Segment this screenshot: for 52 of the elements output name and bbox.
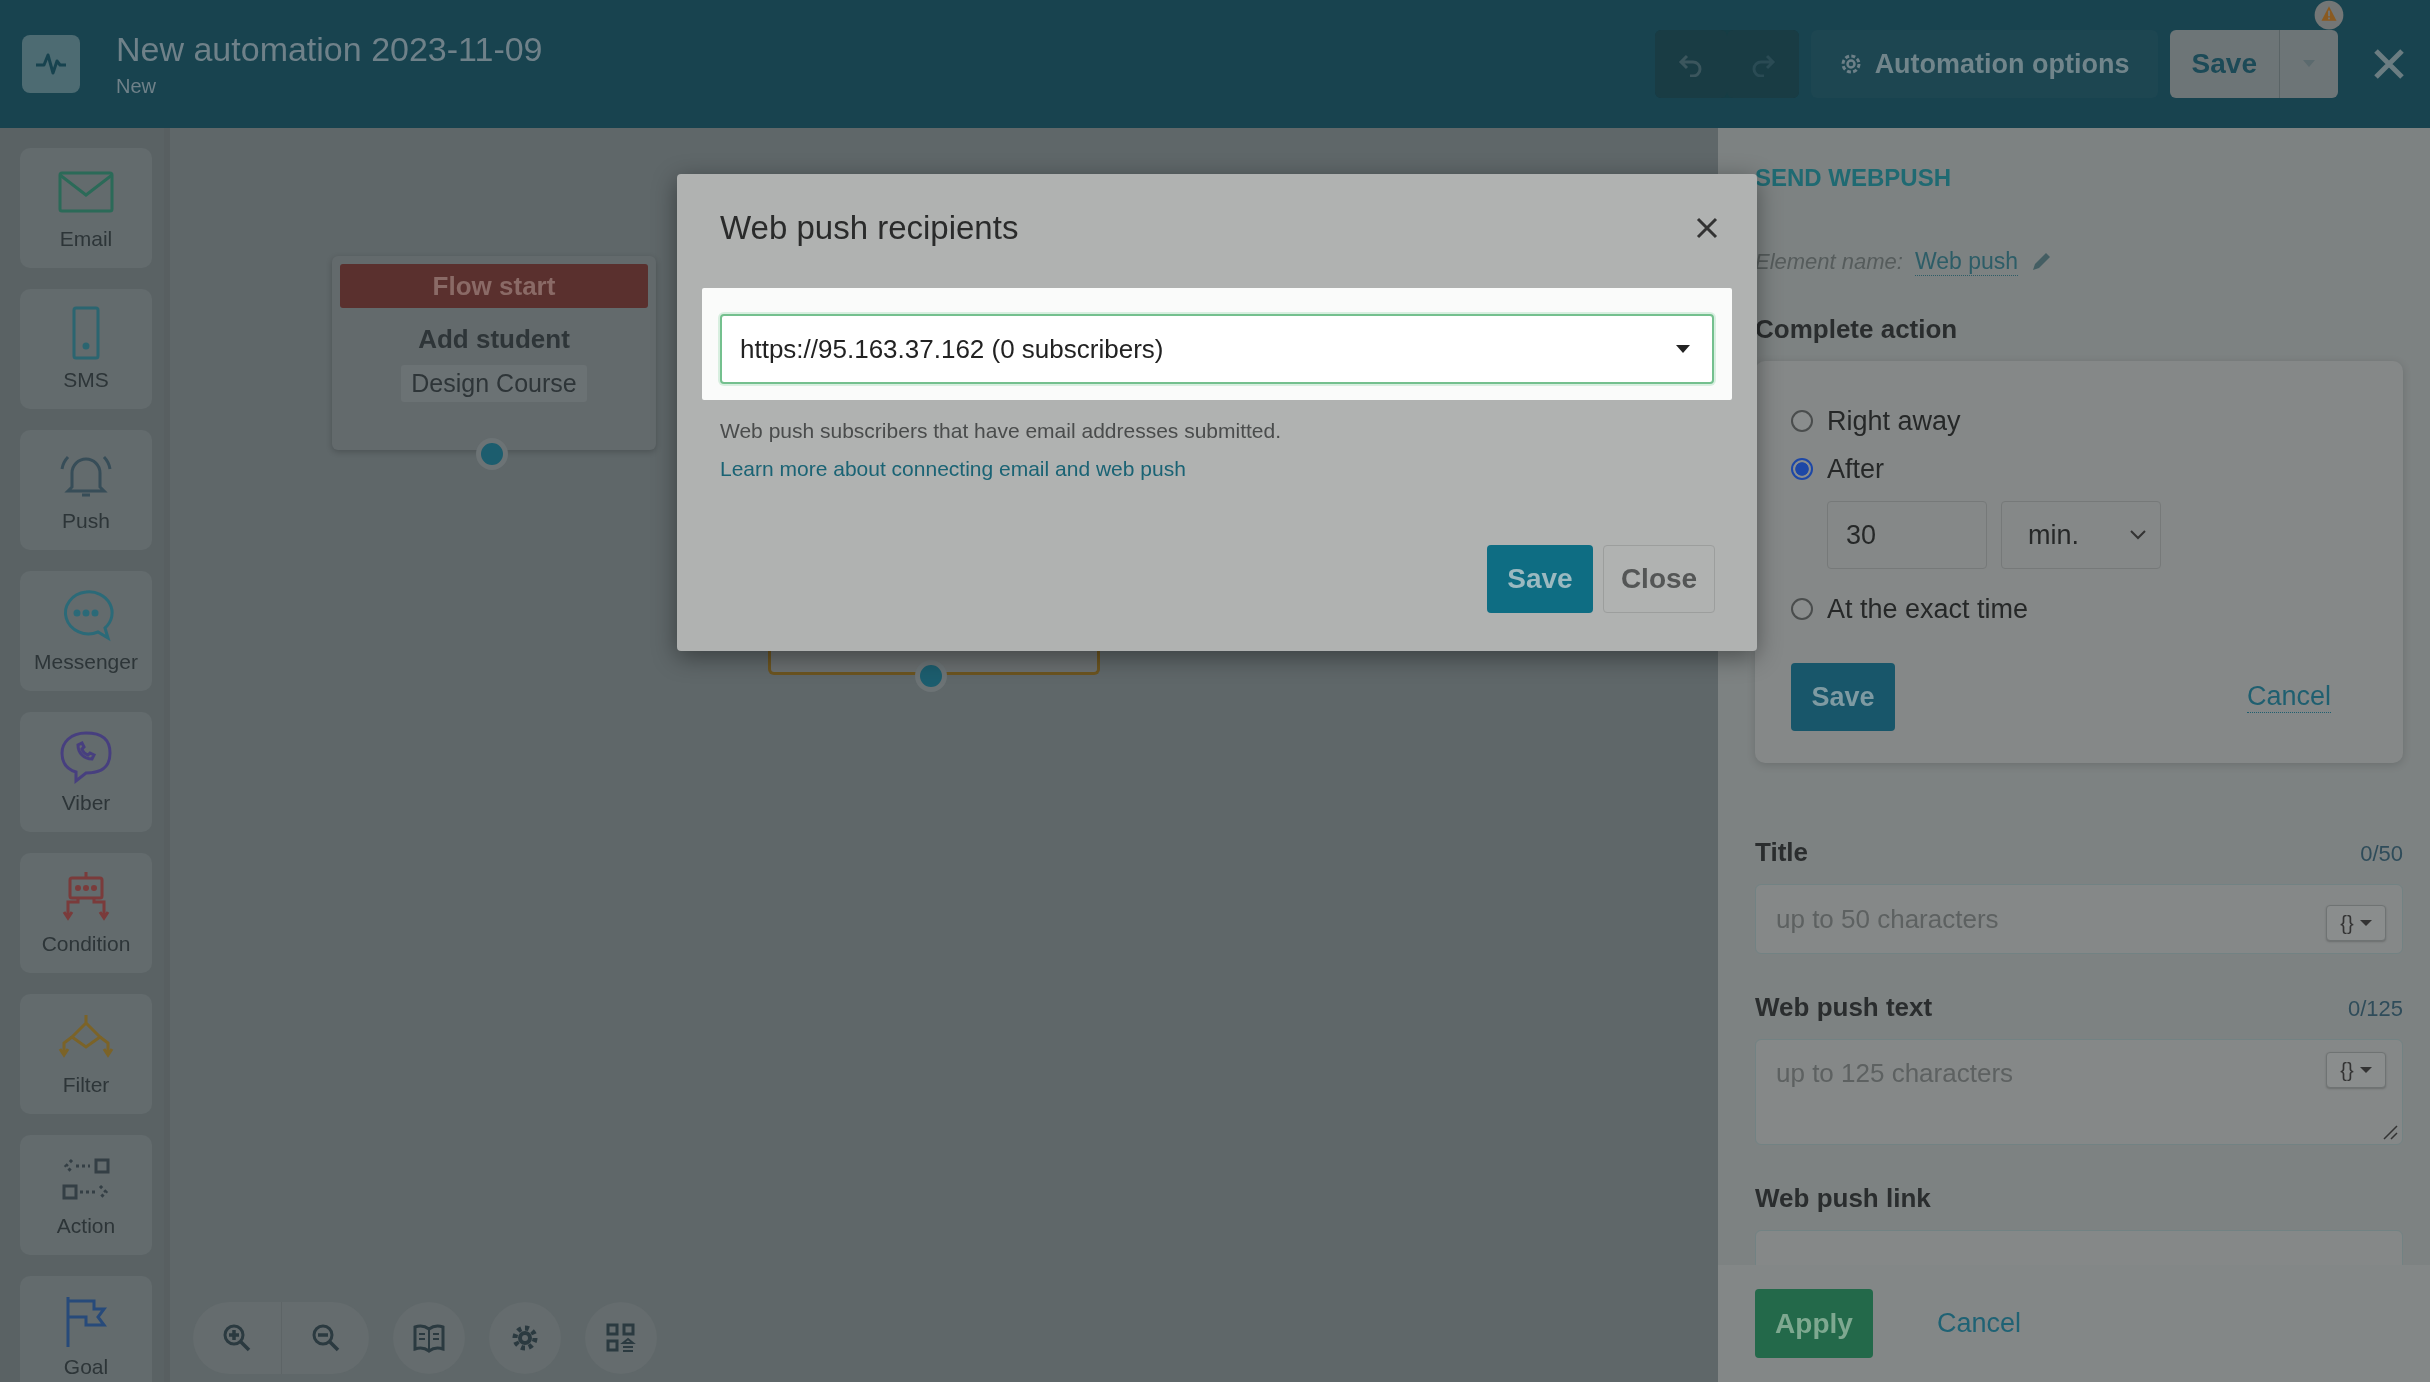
zoom-in-icon bbox=[222, 1323, 252, 1353]
close-button[interactable]: Close bbox=[1603, 545, 1715, 613]
chevron-icon bbox=[2130, 530, 2146, 540]
zoom-out-icon bbox=[310, 1323, 341, 1353]
help-link[interactable]: Learn more about connecting email and web push bbox=[720, 457, 1186, 480]
radio-label[interactable]: Right away bbox=[1827, 405, 1961, 437]
recipients-dropdown[interactable]: https://95.163.37.162 (0 subscribers) bbox=[720, 314, 1714, 384]
character-counter: 0/125 bbox=[2347, 996, 2403, 1022]
caret-icon bbox=[1676, 345, 1690, 353]
automation-title: New automation 2023-11-09 bbox=[116, 30, 543, 69]
character-counter: 0/50 bbox=[2360, 841, 2403, 867]
complete-action-label: Complete action bbox=[1755, 314, 1959, 345]
automation-status: New bbox=[116, 75, 157, 98]
panel-heading: SEND WEBPUSH bbox=[1755, 164, 1953, 192]
node-header: Flow start bbox=[340, 264, 648, 308]
apply-button[interactable]: Apply bbox=[1755, 1289, 1873, 1358]
connector-dot[interactable] bbox=[476, 438, 508, 470]
field-label: Web push text bbox=[1755, 992, 1933, 1023]
radio-button[interactable] bbox=[1791, 598, 1813, 620]
help-text: Web push subscribers that have email addresses submitted. Learn more about connecting email and web push bbox=[720, 418, 1283, 482]
field-label: Title bbox=[1755, 837, 1808, 868]
save-button[interactable]: Save bbox=[2169, 30, 2280, 98]
variables-dropdown-button[interactable]: {} bbox=[2326, 905, 2386, 941]
save-button[interactable]: Save bbox=[1487, 545, 1593, 613]
pencil-icon[interactable] bbox=[2030, 251, 2053, 273]
undo-button[interactable] bbox=[1654, 30, 1727, 98]
radio-label[interactable]: At the exact time bbox=[1827, 593, 2029, 625]
cancel-link[interactable]: Cancel bbox=[1937, 1308, 2022, 1339]
close-icon bbox=[2372, 47, 2406, 81]
settings-icon bbox=[510, 1323, 540, 1353]
cancel-link[interactable]: Cancel bbox=[2246, 681, 2331, 713]
radio-label[interactable]: After bbox=[1827, 453, 1885, 485]
layout-icon bbox=[606, 1323, 636, 1353]
warning-badge[interactable] bbox=[2314, 0, 2344, 30]
delay-input[interactable]: 30 bbox=[1827, 501, 1987, 569]
book-icon bbox=[413, 1323, 445, 1353]
node-tag: Design Course bbox=[401, 365, 587, 402]
element-name-link[interactable]: Web push bbox=[1914, 248, 2019, 276]
field-label: Web push link bbox=[1755, 1183, 1931, 1214]
resize-handle-icon[interactable] bbox=[2382, 1124, 2398, 1140]
automation-options-button[interactable]: Automation options bbox=[1810, 30, 2158, 98]
save-button[interactable]: Save bbox=[1791, 663, 1895, 731]
caret-icon bbox=[2359, 919, 2372, 927]
close-icon bbox=[1695, 216, 1719, 240]
radio-button[interactable] bbox=[1791, 458, 1813, 480]
variables-dropdown-button[interactable]: {} bbox=[2326, 1052, 2386, 1088]
modal-title: Web push recipients bbox=[720, 209, 1019, 247]
radio-button[interactable] bbox=[1791, 410, 1813, 432]
pulse-logo-icon bbox=[22, 35, 80, 93]
caret-icon bbox=[2359, 1066, 2372, 1074]
connector-dot[interactable] bbox=[915, 660, 947, 692]
unit-dropdown[interactable]: min. bbox=[2001, 501, 2161, 569]
